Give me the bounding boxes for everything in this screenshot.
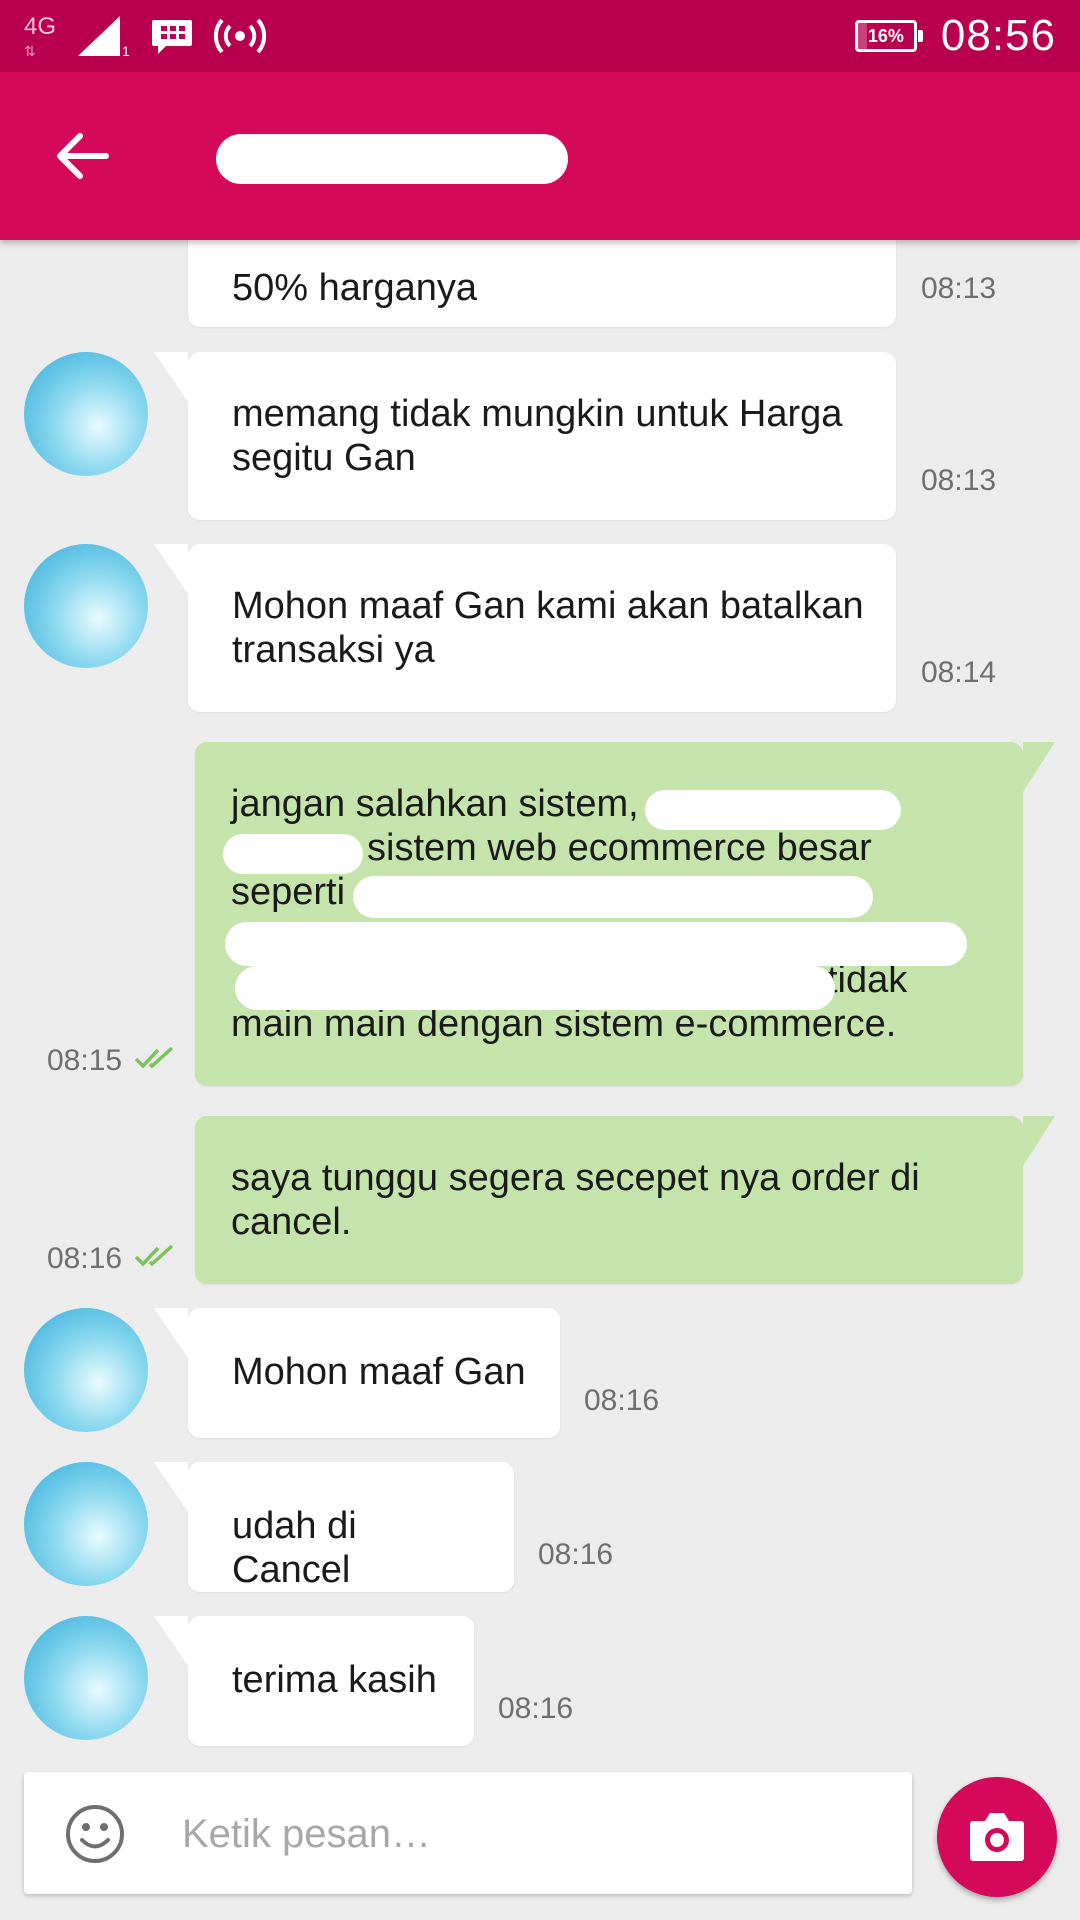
avatar[interactable] bbox=[24, 544, 148, 668]
message-text: Mohon maaf Gan kami akan batalkan transa… bbox=[232, 585, 864, 671]
redacted-text bbox=[645, 790, 901, 830]
battery-icon: 16% bbox=[854, 20, 923, 52]
message-bubble-incoming[interactable]: udah di Cancel bbox=[154, 1462, 514, 1592]
message-time: 08:16 bbox=[47, 1242, 123, 1275]
message-text: udah di Cancel bbox=[232, 1505, 357, 1591]
message-time: 08:16 bbox=[538, 1538, 614, 1571]
redacted-text bbox=[353, 876, 873, 918]
status-bar: 4G ⇅ 1 16% 08:56 bbox=[0, 0, 1080, 72]
emoji-icon[interactable] bbox=[64, 1803, 126, 1865]
message-text: saya tunggu segera secepet nya order di … bbox=[231, 1157, 920, 1243]
message-list[interactable]: 50% harganya 08:13 memang tidak mungkin … bbox=[0, 240, 1080, 1760]
redacted-text bbox=[225, 922, 967, 966]
message-time: 08:15 bbox=[47, 1044, 123, 1077]
avatar[interactable] bbox=[24, 352, 148, 476]
status-clock: 08:56 bbox=[940, 11, 1056, 60]
chat-app-bar bbox=[0, 72, 1080, 240]
message-bubble-incoming[interactable]: Mohon maaf Gan bbox=[154, 1308, 560, 1438]
message-bubble-outgoing[interactable]: jangan salahkan sistem, sistem web ecomm… bbox=[195, 742, 1055, 1086]
battery-percent: 16% bbox=[867, 26, 904, 46]
double-check-icon bbox=[134, 1046, 174, 1069]
arrow-back-icon[interactable] bbox=[50, 124, 114, 188]
message-input[interactable] bbox=[180, 1798, 884, 1870]
message-text: 50% harganya bbox=[232, 267, 478, 309]
message-time: 08:16 bbox=[584, 1384, 660, 1417]
message-time: 08:14 bbox=[921, 656, 997, 689]
camera-icon bbox=[970, 1813, 1024, 1861]
avatar[interactable] bbox=[24, 1308, 148, 1432]
contact-name-redacted[interactable] bbox=[216, 134, 568, 184]
message-time: 08:13 bbox=[921, 464, 997, 497]
signal-icon: 1 bbox=[78, 16, 130, 58]
svg-text:1: 1 bbox=[122, 43, 130, 58]
bbm-icon bbox=[152, 20, 192, 54]
redacted-text bbox=[235, 966, 835, 1010]
message-time: 08:16 bbox=[498, 1692, 574, 1725]
message-text: Mohon maaf Gan bbox=[232, 1351, 526, 1393]
message-bubble-outgoing[interactable]: saya tunggu segera secepet nya order di … bbox=[195, 1116, 1055, 1284]
redacted-text bbox=[223, 834, 363, 874]
message-text: memang tidak mungkin untuk Harga segitu … bbox=[232, 393, 843, 479]
data-arrows-icon: ⇅ bbox=[24, 43, 36, 59]
message-time: 08:13 bbox=[921, 272, 997, 305]
network-type-label: 4G bbox=[24, 13, 57, 40]
avatar[interactable] bbox=[24, 1616, 148, 1740]
avatar[interactable] bbox=[24, 1462, 148, 1586]
hotspot-icon bbox=[213, 18, 267, 54]
message-bubble-incoming[interactable]: Mohon maaf Gan kami akan batalkan transa… bbox=[154, 544, 896, 712]
message-bubble-incoming[interactable]: 50% harganya bbox=[188, 240, 896, 327]
double-check-icon bbox=[134, 1244, 174, 1267]
network-type-icon: 4G ⇅ bbox=[22, 11, 58, 61]
message-bubble-incoming[interactable]: terima kasih bbox=[154, 1616, 474, 1746]
message-text: terima kasih bbox=[232, 1659, 437, 1701]
camera-button[interactable] bbox=[937, 1777, 1057, 1897]
message-bubble-incoming[interactable]: memang tidak mungkin untuk Harga segitu … bbox=[154, 352, 896, 520]
message-composer bbox=[24, 1772, 912, 1894]
